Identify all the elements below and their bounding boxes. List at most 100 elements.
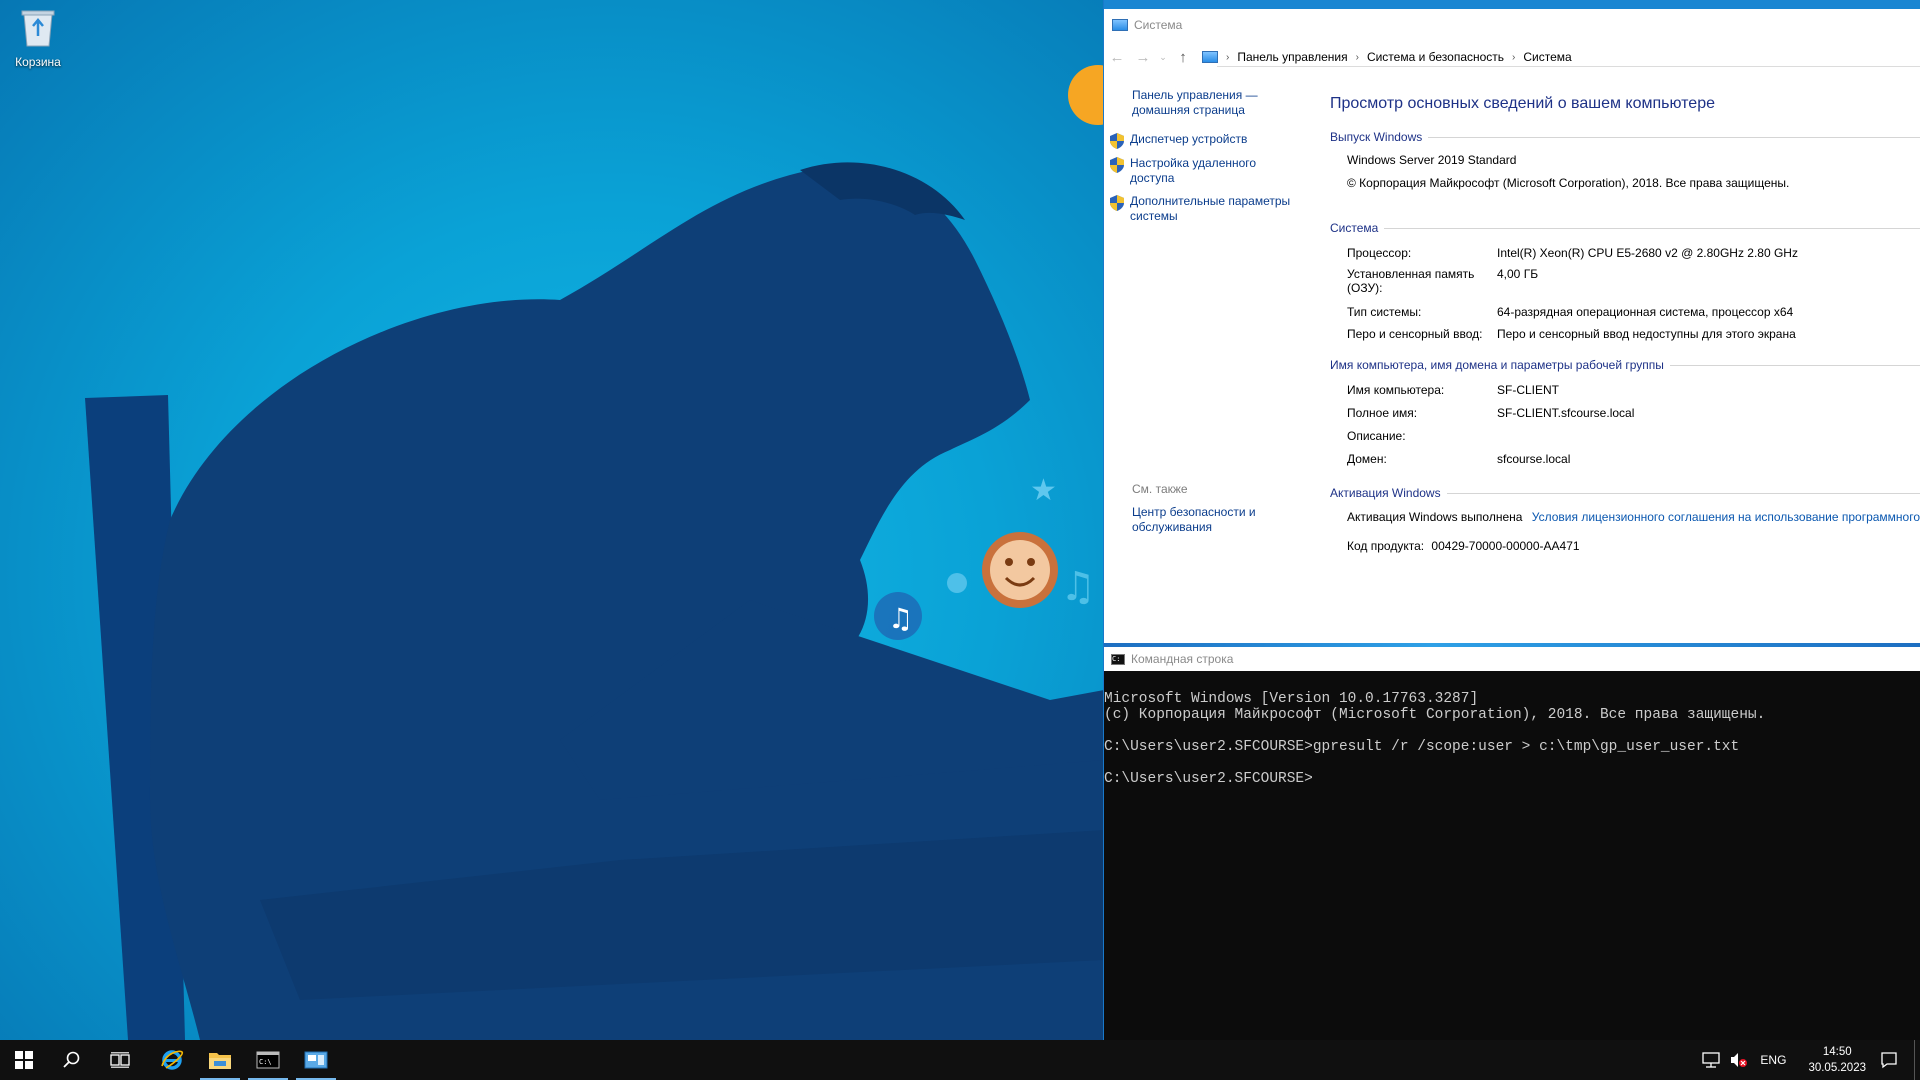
window-title: Командная строка	[1131, 652, 1234, 666]
security-center-link[interactable]: Центр безопасности и обслуживания	[1132, 505, 1282, 535]
breadcrumb-item[interactable]: Панель управления	[1237, 50, 1347, 64]
activation-status: Активация Windows выполнена	[1347, 510, 1523, 524]
section-title: Имя компьютера, имя домена и параметры р…	[1330, 358, 1664, 372]
search-icon	[63, 1051, 80, 1068]
copyright-text: © Корпорация Майкрософт (Microsoft Corpo…	[1347, 176, 1790, 190]
window-titlebar[interactable]: Система	[1112, 15, 1182, 35]
window-title: Система	[1134, 18, 1183, 32]
system-window: Система ← → ⌄ ↑ › Панель управления › Си…	[1103, 0, 1920, 643]
shield-icon	[1110, 157, 1124, 173]
start-button[interactable]	[0, 1040, 48, 1080]
svg-text:♫: ♫	[888, 602, 913, 635]
system-tray: ENG 14:50 30.05.2023	[1702, 1040, 1920, 1080]
cmd-icon: C:\	[256, 1051, 280, 1069]
breadcrumb-item[interactable]: Система и безопасность	[1367, 50, 1504, 64]
console-line: (c) Корпорация Майкрософт (Microsoft Cor…	[1104, 707, 1766, 723]
back-arrow-icon[interactable]: ←	[1104, 49, 1130, 66]
cmd-icon: C:	[1111, 653, 1125, 665]
wallpaper-illustration: ♫ ★ ♫	[85, 65, 1104, 1040]
taskbar-system-control-panel[interactable]	[292, 1040, 340, 1080]
window-accent-bar	[1104, 0, 1920, 9]
network-icon[interactable]	[1702, 1052, 1721, 1068]
section-title: Система	[1330, 221, 1379, 235]
section-title: Активация Windows	[1330, 486, 1441, 500]
recent-dropdown-icon[interactable]: ⌄	[1156, 52, 1170, 63]
sidebar-item-label: Дополнительные параметры системы	[1130, 194, 1291, 223]
domain-label: Домен:	[1347, 452, 1387, 466]
edition-value: Windows Server 2019 Standard	[1347, 153, 1517, 167]
pen-touch-label: Перо и сенсорный ввод:	[1347, 327, 1483, 341]
console-output[interactable]: Microsoft Windows [Version 10.0.17763.32…	[1104, 675, 1765, 787]
system-icon	[304, 1051, 328, 1069]
show-desktop-button[interactable]	[1914, 1040, 1920, 1080]
console-line: Microsoft Windows [Version 10.0.17763.32…	[1104, 691, 1479, 707]
taskbar-command-prompt[interactable]: C:\	[244, 1040, 292, 1080]
taskbar-internet-explorer[interactable]	[148, 1040, 196, 1080]
clock-date: 30.05.2023	[1808, 1062, 1866, 1074]
see-also-heading: См. также	[1132, 482, 1188, 496]
desktop-wallpaper: ♫ ★ ♫	[0, 0, 1104, 1040]
sidebar-item-remote-access[interactable]: Настройка удаленного доступа	[1110, 156, 1310, 186]
taskbar: C:\ ENG 14:50 30.05.2023	[0, 1040, 1920, 1080]
full-name-value: SF-CLIENT.sfcourse.local	[1497, 406, 1635, 420]
license-terms-link[interactable]: Условия лицензионного соглашения на испо…	[1532, 510, 1920, 524]
computer-icon	[1112, 19, 1128, 31]
window-titlebar[interactable]: C: Командная строка	[1104, 647, 1920, 671]
clock[interactable]: 14:50 30.05.2023	[1808, 1044, 1866, 1076]
console-line: C:\Users\user2.SFCOURSE>gpresult /r /sco…	[1104, 739, 1740, 755]
task-view-icon	[110, 1052, 130, 1068]
address-bar: ← → ⌄ ↑ › Панель управления › Система и …	[1104, 46, 1920, 68]
action-center-icon[interactable]	[1880, 1051, 1898, 1069]
product-key-row: Код продукта: 00429-70000-00000-AA471	[1347, 539, 1580, 553]
control-panel-home-link[interactable]: Панель управления — домашняя страница	[1132, 88, 1282, 118]
ram-label: Установленная память (ОЗУ):	[1347, 267, 1475, 295]
computer-name-label: Имя компьютера:	[1347, 383, 1445, 397]
shield-icon	[1110, 133, 1124, 149]
section-title: Выпуск Windows	[1330, 130, 1423, 144]
windows-edition-section: Выпуск Windows	[1330, 130, 1920, 144]
clock-time: 14:50	[1822, 1046, 1852, 1058]
command-prompt-window[interactable]: C: Командная строка Microsoft Windows [V…	[1103, 643, 1920, 1040]
description-label: Описание:	[1347, 429, 1406, 443]
ram-value: 4,00 ГБ	[1497, 267, 1539, 281]
address-divider	[1217, 66, 1920, 67]
breadcrumb-separator-icon: ›	[1512, 51, 1516, 63]
recycle-bin-desktop-icon[interactable]: Корзина	[8, 6, 68, 69]
product-key-label: Код продукта:	[1347, 539, 1425, 553]
search-button[interactable]	[48, 1040, 96, 1080]
sidebar-item-label: Диспетчер устройств	[1130, 132, 1248, 146]
console-line: C:\Users\user2.SFCOURSE>	[1104, 771, 1313, 787]
control-panel-icon	[1202, 51, 1218, 63]
volume-muted-icon[interactable]	[1730, 1052, 1748, 1068]
domain-value: sfcourse.local	[1497, 452, 1571, 466]
computer-name-value: SF-CLIENT	[1497, 383, 1560, 397]
sidebar-item-advanced-settings[interactable]: Дополнительные параметры системы	[1110, 194, 1310, 224]
system-type-label: Тип системы:	[1347, 305, 1422, 319]
up-arrow-icon[interactable]: ↑	[1170, 49, 1196, 66]
computer-name-section: Имя компьютера, имя домена и параметры р…	[1330, 358, 1920, 372]
folder-icon	[209, 1053, 231, 1069]
sidebar-item-label: Настройка удаленного доступа	[1130, 156, 1257, 185]
breadcrumb-item[interactable]: Система	[1523, 50, 1571, 64]
breadcrumb-separator-icon: ›	[1226, 51, 1230, 63]
forward-arrow-icon[interactable]: →	[1130, 49, 1156, 66]
input-language-indicator[interactable]: ENG	[1760, 1053, 1786, 1067]
task-view-button[interactable]	[96, 1040, 144, 1080]
page-title: Просмотр основных сведений о вашем компь…	[1330, 95, 1715, 112]
internet-explorer-icon	[161, 1050, 184, 1070]
shield-icon	[1110, 195, 1124, 211]
sidebar-item-device-manager[interactable]: Диспетчер устройств	[1110, 132, 1310, 149]
recycle-bin-icon	[21, 10, 55, 47]
breadcrumb-separator-icon: ›	[1355, 51, 1359, 63]
breadcrumb: › Панель управления › Система и безопасн…	[1202, 50, 1572, 64]
taskbar-file-explorer[interactable]	[196, 1040, 244, 1080]
svg-text:★: ★	[1030, 473, 1057, 508]
activation-row: Активация Windows выполнена Условия лице…	[1347, 510, 1920, 524]
pen-touch-value: Перо и сенсорный ввод недоступны для это…	[1497, 327, 1796, 341]
product-key-value: 00429-70000-00000-AA471	[1431, 539, 1580, 553]
system-type-value: 64-разрядная операционная система, проце…	[1497, 305, 1794, 319]
activation-section: Активация Windows	[1330, 486, 1920, 500]
recycle-bin-label: Корзина	[15, 55, 61, 69]
